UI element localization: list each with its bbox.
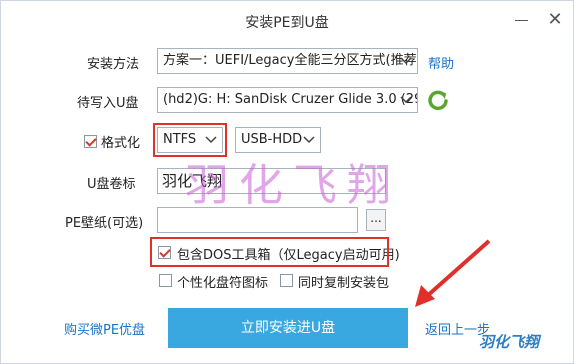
format-label: 格式化 (101, 136, 141, 151)
target-disk-select[interactable]: (hd2)G: H: SanDisk Cruzer Glide 3.0 (29.… (157, 87, 418, 113)
custom-icon-checkbox[interactable] (159, 274, 172, 287)
watermark-logo: 羽化飞翔 (479, 333, 540, 351)
install-method-select[interactable]: 方案一：UEFI/Legacy全能三分区方式(推荐) (157, 48, 418, 74)
copy-installer-label: 同时复制安装包 (298, 276, 390, 291)
watermark-text: 羽化飞翔 (185, 160, 401, 211)
close-button[interactable]: ✕ (542, 7, 568, 33)
format-checkbox[interactable] (84, 135, 97, 148)
window-title: 安装PE到U盘 (245, 15, 329, 31)
buy-usb-link[interactable]: 购买微PE优盘 (64, 319, 145, 338)
minimize-button[interactable] (509, 7, 535, 33)
help-link[interactable]: 帮助 (428, 53, 454, 72)
chevron-down-icon (399, 88, 413, 112)
install-pe-window: 安装PE到U盘 ✕ 安装方法 方案一：UEFI/Legacy全能三分区方式(推荐… (0, 0, 574, 364)
title-bar: 安装PE到U盘 ✕ (1, 1, 573, 41)
dos-tools-highlight (150, 237, 389, 267)
copy-installer-checkbox[interactable] (280, 274, 293, 287)
install-method-label: 安装方法 (87, 57, 140, 72)
install-method-value: 方案一：UEFI/Legacy全能三分区方式(推荐) (163, 53, 417, 68)
refresh-icon[interactable] (427, 89, 449, 111)
install-to-usb-button[interactable]: 立即安装进U盘 (168, 308, 408, 348)
wallpaper-label: PE壁纸(可选) (65, 216, 144, 231)
custom-icon-label: 个性化盘符图标 (177, 276, 269, 291)
target-disk-value: (hd2)G: H: SanDisk Cruzer Glide 3.0 (29.… (163, 92, 417, 107)
volume-label-label: U盘卷标 (87, 177, 136, 192)
chevron-down-icon (399, 49, 413, 73)
minimize-icon (515, 20, 528, 21)
target-disk-label: 待写入U盘 (77, 96, 139, 111)
